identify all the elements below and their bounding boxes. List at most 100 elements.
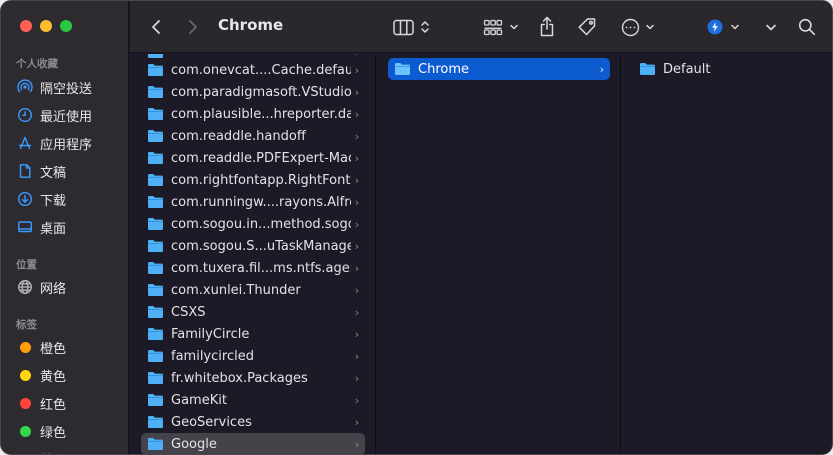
list-item[interactable]: com.rightfontapp.RightFont5 › <box>141 169 365 191</box>
item-name: familycircled <box>171 348 254 364</box>
sidebar-tag-red[interactable]: 红色 <box>17 392 125 414</box>
bolt-badge-icon <box>707 19 722 35</box>
chevron-right-icon: › <box>354 393 360 407</box>
sidebar-item-recents[interactable]: 最近使用 <box>17 104 125 126</box>
sidebar-item-airdrop[interactable]: 隔空投送 <box>17 76 125 98</box>
folder-icon <box>148 328 163 340</box>
browser-column-3[interactable]: Default <box>622 54 832 454</box>
folder-icon <box>148 174 163 186</box>
sidebar-item-label: 隔空投送 <box>40 81 93 97</box>
chevron-right-icon: › <box>354 349 360 363</box>
chevron-right-icon: › <box>351 54 363 59</box>
list-item[interactable]: com.sogou.S...uTaskManager › <box>141 235 365 257</box>
chevron-right-icon: › <box>354 195 360 209</box>
sidebar-tag-yellow[interactable]: 黄色 <box>17 364 125 386</box>
window-title: Chrome <box>218 16 284 34</box>
chevron-down-icon <box>646 24 654 30</box>
folder-icon <box>148 284 163 296</box>
finder-window: 个人收藏 隔空投送 最近使用 应用程序 文稿 下载 桌面 位置 网络 标签 橙色… <box>0 0 833 455</box>
tag-color-dot <box>20 397 31 409</box>
sidebar-item-label: 文稿 <box>40 165 67 181</box>
list-item-selected[interactable]: Google › <box>141 433 365 454</box>
list-item[interactable]: com.readdle.PDFExpert-Mac › <box>141 147 365 169</box>
list-item-selected[interactable]: Chrome › <box>388 58 610 80</box>
sidebar-item-applications[interactable]: 应用程序 <box>17 132 125 154</box>
browser-column-2[interactable]: Chrome › <box>377 54 621 454</box>
list-item[interactable]: com.onevcat....Cache.default › <box>141 59 365 81</box>
desktop-icon <box>18 221 32 233</box>
more-actions-button[interactable] <box>619 16 657 38</box>
list-item[interactable]: com.runningw....rayons.Alfred › <box>141 191 365 213</box>
list-item[interactable]: com.paradigmasoft.VStudio › <box>141 81 365 103</box>
extension-button[interactable] <box>705 16 741 38</box>
chevron-left-icon <box>152 20 160 34</box>
tag-icon <box>578 18 596 36</box>
item-name: com.readdle.PDFExpert-Mac <box>171 150 351 166</box>
list-item[interactable]: fr.whitebox.Packages › <box>141 367 365 389</box>
sidebar-tag-blue[interactable]: 蓝色 <box>17 448 125 454</box>
list-item[interactable]: com.xunlei.Thunder › <box>141 279 365 301</box>
view-mode-button[interactable] <box>389 16 433 38</box>
toolbar-overflow-button[interactable] <box>762 16 780 38</box>
sidebar-item-documents[interactable]: 文稿 <box>17 160 125 182</box>
list-item[interactable]: com.tuxera.fil...ms.ntfs.agent › <box>141 257 365 279</box>
chevron-updown-icon <box>420 21 429 33</box>
group-button[interactable] <box>481 16 521 38</box>
list-item[interactable]: GeoServices › <box>141 411 365 433</box>
back-button[interactable] <box>146 17 166 37</box>
tag-color-dot <box>20 369 31 381</box>
sidebar-item-label: 桌面 <box>40 221 67 237</box>
fullscreen-window-button[interactable] <box>60 20 72 32</box>
sidebar-item-downloads[interactable]: 下载 <box>17 188 125 210</box>
item-name: Default <box>663 61 711 77</box>
sidebar-item-label: 黄色 <box>40 369 67 385</box>
chevron-right-icon: › <box>354 107 360 121</box>
share-icon <box>540 16 554 36</box>
list-item[interactable]: com.readdle.handoff › <box>141 125 365 147</box>
edit-tags-button[interactable] <box>576 16 598 38</box>
folder-icon <box>148 350 163 362</box>
chevron-right-icon: › <box>354 217 360 231</box>
sidebar: 个人收藏 隔空投送 最近使用 应用程序 文稿 下载 桌面 位置 网络 标签 橙色… <box>1 1 129 454</box>
folder-icon <box>148 306 163 318</box>
folder-icon <box>395 63 410 75</box>
search-button[interactable] <box>796 16 818 38</box>
list-item[interactable]: CSXS › <box>141 301 365 323</box>
sidebar-item-network[interactable]: 网络 <box>17 276 125 298</box>
chevron-down-icon <box>510 24 518 30</box>
forward-button[interactable] <box>183 17 203 37</box>
sidebar-tag-orange[interactable]: 橙色 <box>17 336 125 358</box>
folder-icon <box>148 262 163 274</box>
share-button[interactable] <box>537 14 557 38</box>
locations-header: 位置 <box>16 259 37 271</box>
item-name: com.xunlei.Thunder <box>171 282 301 298</box>
item-name: Google <box>171 436 217 452</box>
chevron-right-icon: › <box>354 437 360 451</box>
sidebar-tag-green[interactable]: 绿色 <box>17 420 125 442</box>
item-name: CSXS <box>171 304 206 320</box>
item-name: com.onevcat....Cache.default <box>171 62 351 78</box>
folder-icon <box>148 196 163 208</box>
folder-icon <box>148 372 163 384</box>
sidebar-item-desktop[interactable]: 桌面 <box>17 216 125 238</box>
window-controls <box>20 20 72 32</box>
folder-icon <box>148 218 163 230</box>
browser-column-1[interactable]: › com.onevcat....Cache.default › com.par… <box>130 54 376 454</box>
folder-icon <box>640 63 655 75</box>
chevron-right-icon: › <box>354 371 360 385</box>
list-item[interactable]: com.sogou.in...method.sogou › <box>141 213 365 235</box>
close-window-button[interactable] <box>20 20 32 32</box>
list-item[interactable]: FamilyCircle › <box>141 323 365 345</box>
list-item[interactable]: GameKit › <box>141 389 365 411</box>
list-item[interactable]: familycircled › <box>141 345 365 367</box>
download-icon <box>17 191 33 207</box>
chevron-right-icon: › <box>354 151 360 165</box>
chevron-down-icon <box>730 24 739 30</box>
list-item[interactable]: com.plausible...hreporter.data › <box>141 103 365 125</box>
sidebar-item-label: 应用程序 <box>40 137 93 153</box>
list-item[interactable]: Default <box>633 58 824 80</box>
chevron-right-icon: › <box>354 283 360 297</box>
minimize-window-button[interactable] <box>40 20 52 32</box>
sidebar-item-label: 橙色 <box>40 341 67 357</box>
item-name: com.sogou.S...uTaskManager <box>171 238 351 254</box>
